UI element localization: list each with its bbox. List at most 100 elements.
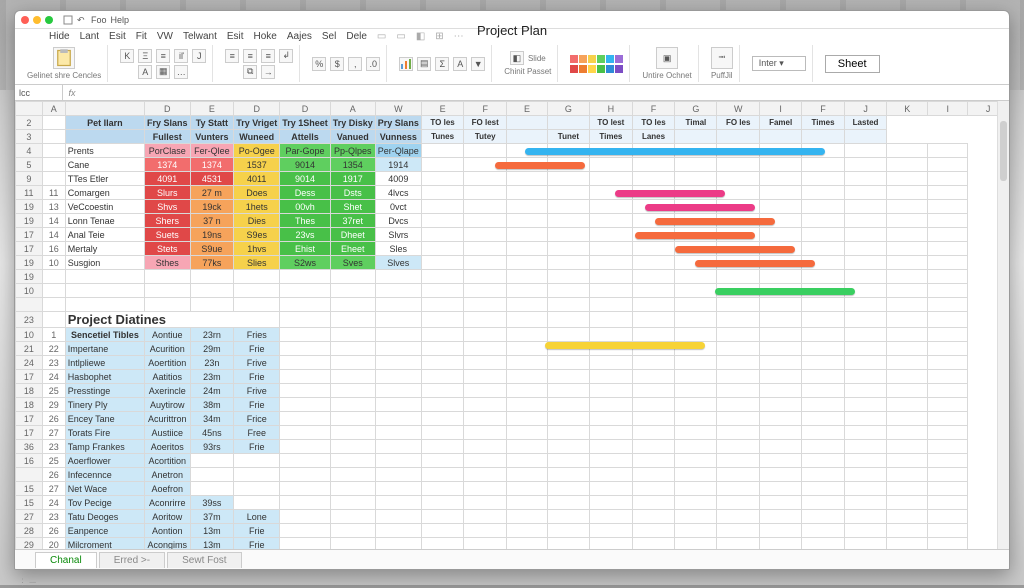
row-header[interactable] (16, 298, 43, 312)
row-header[interactable]: 18 (16, 398, 43, 412)
cell[interactable] (632, 186, 675, 200)
cell[interactable] (464, 342, 507, 356)
cell[interactable] (844, 538, 887, 550)
row-header[interactable]: 17 (16, 242, 43, 256)
cell[interactable] (280, 524, 331, 538)
cell[interactable] (589, 144, 632, 158)
cell[interactable] (844, 454, 887, 468)
color-palette-2[interactable] (570, 65, 623, 73)
menu-dele[interactable]: Dele (346, 31, 367, 43)
fontsize-dec-icon[interactable]: iľ (174, 49, 188, 63)
cell[interactable] (887, 158, 928, 172)
cell[interactable] (375, 328, 421, 342)
cell[interactable] (507, 328, 548, 342)
cell[interactable] (675, 384, 717, 398)
cell[interactable]: 9014 (280, 158, 331, 172)
cell[interactable] (675, 270, 717, 284)
cell[interactable]: Aoefron (145, 482, 191, 496)
cell[interactable] (802, 468, 844, 482)
cell[interactable]: Thes (280, 214, 331, 228)
cell[interactable] (802, 242, 844, 256)
cell[interactable] (375, 270, 421, 284)
cell[interactable] (280, 328, 331, 342)
cell[interactable] (887, 228, 928, 242)
cell[interactable] (632, 482, 675, 496)
cell[interactable] (507, 496, 548, 510)
list-item-name[interactable]: Milcroment (65, 538, 144, 550)
menu-vw[interactable]: VW (157, 31, 173, 43)
cell[interactable]: Fer-Qlee (190, 144, 234, 158)
cell[interactable] (632, 158, 675, 172)
cell[interactable] (464, 398, 507, 412)
cell[interactable] (421, 144, 464, 158)
cell[interactable]: Frive (234, 384, 280, 398)
cell[interactable] (844, 510, 887, 524)
cell[interactable] (675, 186, 717, 200)
cell[interactable] (717, 228, 760, 242)
cell[interactable] (928, 356, 968, 370)
cell[interactable] (759, 242, 801, 256)
col-header[interactable]: G (675, 102, 717, 116)
cell[interactable] (547, 412, 589, 426)
col-header[interactable]: E (507, 102, 548, 116)
cell[interactable] (844, 186, 887, 200)
cell[interactable] (589, 384, 632, 398)
cell[interactable] (547, 242, 589, 256)
cell[interactable] (844, 284, 887, 298)
cell[interactable] (675, 228, 717, 242)
cell[interactable] (887, 426, 928, 440)
cell[interactable]: Pp-Qlpes (330, 144, 375, 158)
border-icon[interactable]: ▦ (156, 65, 170, 79)
list-item-name[interactable]: Hasbophet (65, 370, 144, 384)
cell[interactable] (330, 440, 375, 454)
cell[interactable] (589, 370, 632, 384)
cell[interactable] (375, 370, 421, 384)
cell[interactable] (887, 214, 928, 228)
cell[interactable] (464, 256, 507, 270)
cell[interactable]: Frie (234, 398, 280, 412)
cell[interactable] (802, 186, 844, 200)
cell[interactable] (802, 158, 844, 172)
cell[interactable] (421, 356, 464, 370)
cell[interactable] (887, 186, 928, 200)
row-header[interactable]: 28 (16, 524, 43, 538)
select-all-corner[interactable] (16, 102, 43, 116)
cell[interactable] (802, 538, 844, 550)
cell[interactable] (589, 270, 632, 284)
cell[interactable] (759, 398, 801, 412)
fx-icon[interactable]: fx (63, 88, 81, 98)
row-header[interactable]: 10 (16, 328, 43, 342)
cell[interactable] (42, 270, 65, 284)
cell[interactable] (675, 158, 717, 172)
cell[interactable] (928, 200, 968, 214)
cell[interactable]: Axerincle (145, 384, 191, 398)
col-header[interactable]: G (547, 102, 589, 116)
cell[interactable] (632, 242, 675, 256)
cell[interactable]: 27 m (190, 186, 234, 200)
cell[interactable] (928, 144, 968, 158)
cell[interactable] (547, 172, 589, 186)
cell[interactable] (589, 298, 632, 312)
cell[interactable] (507, 538, 548, 550)
cell[interactable] (547, 510, 589, 524)
cell[interactable] (802, 482, 844, 496)
cell[interactable] (464, 454, 507, 468)
cell[interactable] (507, 200, 548, 214)
cell[interactable] (717, 356, 760, 370)
cell[interactable] (547, 370, 589, 384)
list-item-name[interactable]: Encey Tane (65, 412, 144, 426)
cell[interactable] (280, 454, 331, 468)
cell[interactable] (675, 328, 717, 342)
percent-icon[interactable]: % (312, 57, 326, 71)
cell[interactable]: Aontiue (145, 328, 191, 342)
col-header[interactable]: I (759, 102, 801, 116)
cell[interactable] (632, 298, 675, 312)
col-header[interactable]: D (280, 102, 331, 116)
cell[interactable] (464, 496, 507, 510)
cell[interactable] (421, 284, 464, 298)
cell[interactable] (887, 454, 928, 468)
cell[interactable]: Dess (280, 186, 331, 200)
cell[interactable] (928, 412, 968, 426)
cell[interactable] (421, 342, 464, 356)
cell[interactable] (717, 482, 760, 496)
